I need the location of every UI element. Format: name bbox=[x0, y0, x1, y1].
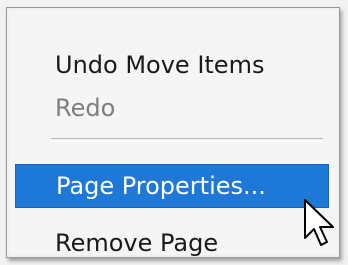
menu-item-remove-page[interactable]: Remove Page bbox=[15, 221, 329, 265]
menu-item-undo-move-items[interactable]: Undo Move Items bbox=[15, 43, 329, 87]
menu-item-redo: Redo bbox=[55, 94, 116, 122]
context-menu: Undo Move Items Redo Page Properties... … bbox=[6, 7, 340, 258]
menu-item-page-properties[interactable]: Page Properties... bbox=[15, 164, 329, 208]
context-menu-panel: Undo Move Items Redo Page Properties... … bbox=[9, 10, 337, 257]
screen: Undo Move Items Redo Page Properties... … bbox=[0, 0, 348, 265]
mouse-pointer-icon bbox=[304, 199, 334, 246]
menu-separator bbox=[51, 138, 323, 142]
